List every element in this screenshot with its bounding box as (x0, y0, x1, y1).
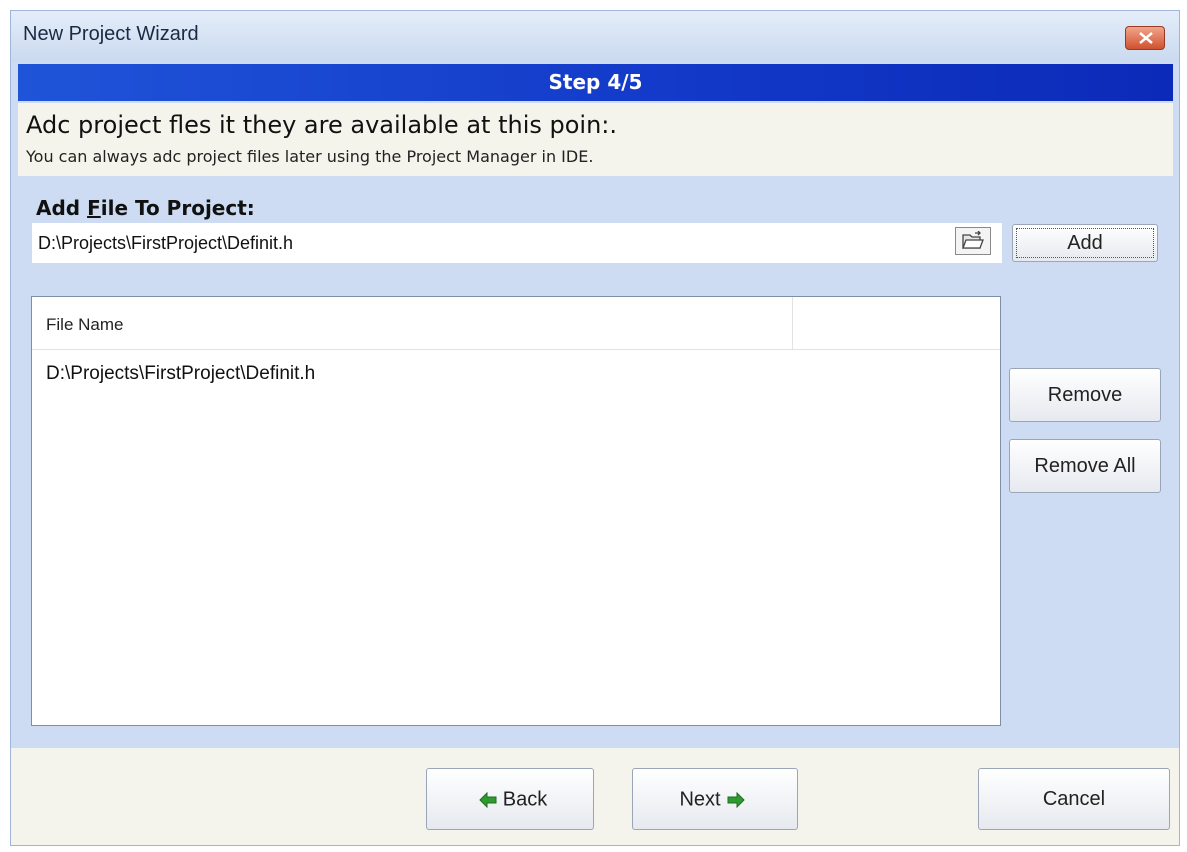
add-file-label: Add File To Project: (36, 196, 255, 220)
cancel-button[interactable]: Cancel (978, 768, 1170, 830)
back-button-label: Back (502, 788, 548, 811)
next-button[interactable]: Next (632, 768, 798, 830)
remove-all-button-label: Remove All (1034, 455, 1136, 477)
next-button-label: Next (679, 788, 721, 811)
file-path-input[interactable] (32, 223, 1002, 263)
window-title: New Project Wizard (23, 23, 199, 45)
focus-rect (1016, 228, 1154, 258)
back-button[interactable]: Back (426, 768, 594, 830)
close-icon (1139, 32, 1153, 44)
add-button[interactable]: Add (1012, 224, 1158, 262)
remove-button[interactable]: Remove (1009, 368, 1161, 422)
info-sub-text: You can always adc project files later u… (26, 147, 594, 166)
title-bar: New Project Wizard (11, 11, 1179, 61)
list-item[interactable]: D:\Projects\FirstProject\Definit.h (46, 363, 315, 385)
step-banner: Step 4/5 (18, 64, 1173, 101)
info-panel: Adc project fles it they are available a… (18, 103, 1173, 176)
arrow-right-icon (727, 791, 745, 808)
wizard-window: New Project Wizard Step 4/5 Adc project … (10, 10, 1180, 846)
remove-all-button[interactable]: Remove All (1009, 439, 1161, 493)
arrow-left-icon (479, 791, 497, 808)
open-folder-icon (962, 231, 984, 249)
column-header-file-name[interactable]: File Name (46, 315, 123, 335)
step-label: Step 4/5 (548, 70, 643, 94)
file-list[interactable]: File Name D:\Projects\FirstProject\Defin… (31, 296, 1001, 726)
add-file-label-accel: F (87, 196, 101, 220)
add-file-label-rest: ile To Project: (100, 196, 255, 220)
remove-button-label: Remove (1047, 384, 1123, 406)
browse-button[interactable] (955, 227, 991, 255)
list-header: File Name (32, 297, 1000, 350)
add-file-label-prefix: Add (36, 196, 88, 220)
column-separator[interactable] (792, 297, 793, 349)
cancel-button-label: Cancel (1042, 788, 1106, 810)
info-main-text: Adc project fles it they are available a… (26, 111, 617, 139)
close-button[interactable] (1125, 26, 1165, 50)
